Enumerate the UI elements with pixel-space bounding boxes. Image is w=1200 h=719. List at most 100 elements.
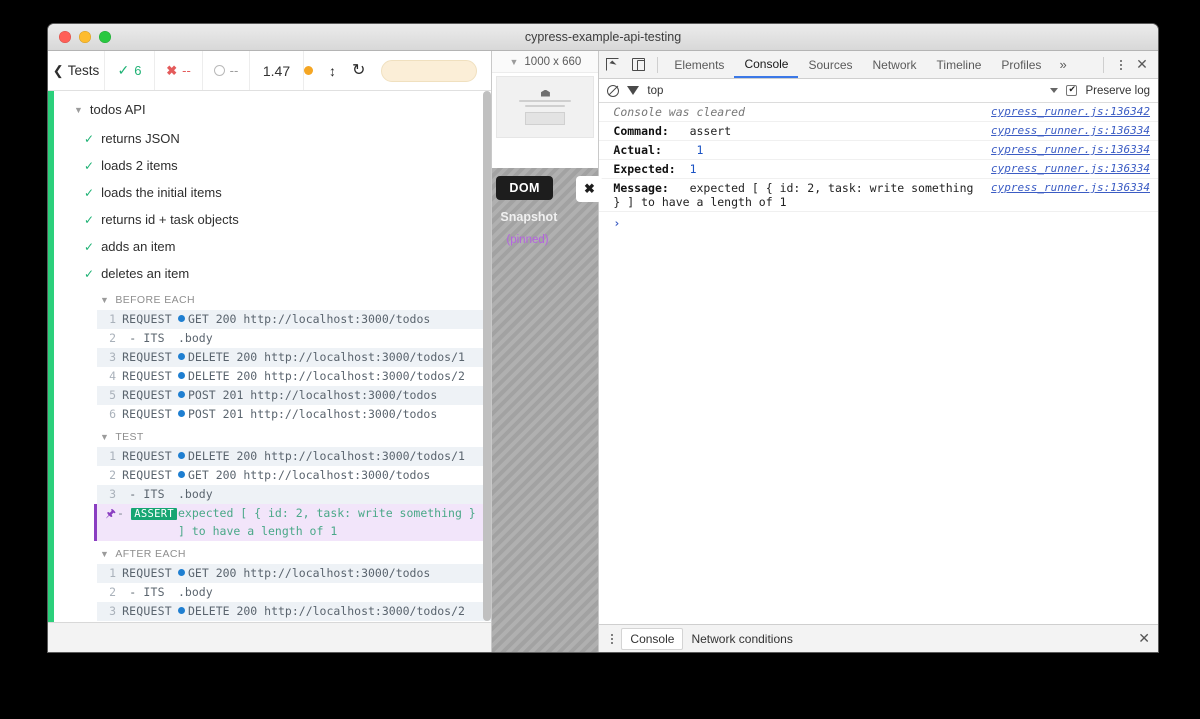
hook-group-test: ▼ TEST 1 REQUEST DELETE 200 http://local… (97, 427, 491, 541)
runner-main: ▼ todos API ✓ returns JSON ✓ loads 2 ite… (48, 91, 491, 622)
console-source-link[interactable]: cypress_runner.js:136334 (991, 124, 1150, 137)
command-row[interactable]: 3 REQUEST DELETE 200 http://localhost:30… (97, 602, 491, 621)
command-message: .body (178, 329, 491, 348)
command-row[interactable]: 1 REQUEST GET 200 http://localhost:3000/… (97, 310, 491, 329)
command-row[interactable]: 6 REQUEST POST 201 http://localhost:3000… (97, 405, 491, 424)
filter-icon[interactable] (627, 86, 639, 95)
preview-line (525, 105, 565, 107)
command-row[interactable]: 4 REQUEST DELETE 200 http://localhost:30… (97, 367, 491, 386)
status-dot-icon (304, 66, 313, 75)
tab-sources[interactable]: Sources (798, 51, 862, 78)
command-row[interactable]: 2 - ITS .body (97, 329, 491, 348)
test-item[interactable]: ✓ returns JSON (54, 125, 491, 152)
command-message: DELETE 200 http://localhost:3000/todos/1 (178, 348, 491, 367)
toggle-device-toolbar-button[interactable] (625, 52, 651, 78)
console-row[interactable]: Message: expected [ { id: 2, task: write… (599, 179, 1158, 212)
check-icon: ✓ (84, 132, 94, 146)
tab-timeline[interactable]: Timeline (927, 51, 992, 78)
console-output[interactable]: Console was cleared cypress_runner.js:13… (599, 103, 1158, 624)
test-item[interactable]: ✓ adds an item (54, 233, 491, 260)
console-prompt[interactable]: › (599, 212, 1158, 234)
console-row[interactable]: Expected: 1 cypress_runner.js:136334 (599, 160, 1158, 179)
command-number: 4 (97, 621, 116, 622)
close-devtools-button[interactable]: ✕ (1132, 55, 1152, 75)
drawer-menu-button[interactable] (603, 630, 621, 648)
command-row[interactable]: 1 REQUEST DELETE 200 http://localhost:30… (97, 447, 491, 466)
hook-header[interactable]: ▼ AFTER EACH (97, 544, 491, 564)
command-log-scroll[interactable]: ▼ todos API ✓ returns JSON ✓ loads 2 ite… (54, 91, 491, 622)
request-dot-icon (178, 452, 185, 459)
devtools-menu-button[interactable] (1112, 56, 1130, 74)
command-log-scrollbar[interactable] (483, 91, 491, 622)
command-row[interactable]: 4 REQUEST POST 201 http://localhost:3000… (97, 621, 491, 622)
assert-command-row[interactable]: 🖈 - ASSERT expected [ { id: 2, task: wri… (94, 504, 491, 541)
console-source-link[interactable]: cypress_runner.js:136334 (991, 162, 1150, 175)
test-item[interactable]: ✓ loads 2 items (54, 152, 491, 179)
console-source-link[interactable]: cypress_runner.js:136342 (991, 105, 1150, 118)
console-row[interactable]: Actual: 1 cypress_runner.js:136334 (599, 141, 1158, 160)
tab-elements[interactable]: Elements (664, 51, 734, 78)
command-number: 4 (97, 367, 116, 386)
check-icon: ✓ (84, 240, 94, 254)
hook-header[interactable]: ▼ BEFORE EACH (97, 290, 491, 310)
command-message: DELETE 200 http://localhost:3000/todos/2 (178, 367, 491, 386)
command-number: 3 (97, 348, 116, 367)
inspect-element-button[interactable] (599, 52, 625, 78)
command-name: REQUEST (116, 367, 178, 386)
command-number: 6 (97, 405, 116, 424)
test-item[interactable]: ✓ returns id + task objects (54, 206, 491, 233)
home-icon (541, 90, 550, 97)
command-row[interactable]: 5 REQUEST POST 201 http://localhost:3000… (97, 386, 491, 405)
drawer-tab-console[interactable]: Console (621, 628, 683, 650)
reload-icon[interactable]: ↻ (352, 63, 365, 79)
drawer-tab-network-conditions[interactable]: Network conditions (683, 629, 800, 649)
command-row[interactable]: 2 REQUEST GET 200 http://localhost:3000/… (97, 466, 491, 485)
command-name: - ITS (116, 329, 178, 348)
suite-header[interactable]: ▼ todos API (54, 97, 491, 125)
tab-console[interactable]: Console (734, 51, 798, 78)
console-context-select[interactable]: top (647, 85, 663, 97)
more-tabs-button[interactable]: » (1051, 51, 1074, 78)
command-number: 2 (97, 329, 116, 348)
preserve-log-checkbox[interactable] (1066, 85, 1077, 96)
url-pill[interactable] (381, 60, 477, 82)
dom-tag-button[interactable]: DOM (496, 176, 552, 200)
command-message: DELETE 200 http://localhost:3000/todos/2 (178, 602, 491, 621)
cursor-inspect-icon (606, 58, 619, 71)
command-row[interactable]: 3 - ITS .body (97, 485, 491, 504)
resize-vertical-icon[interactable]: ↕ (329, 64, 336, 78)
command-number: 3 (97, 485, 116, 504)
chevron-down-icon[interactable] (1050, 88, 1058, 93)
console-source-link[interactable]: cypress_runner.js:136334 (991, 143, 1150, 156)
tab-network[interactable]: Network (863, 51, 927, 78)
command-message: GET 200 http://localhost:3000/todos (178, 466, 491, 485)
command-row[interactable]: 1 REQUEST GET 200 http://localhost:3000/… (97, 564, 491, 583)
command-row[interactable]: 2 - ITS .body (97, 583, 491, 602)
close-drawer-button[interactable]: ✕ (1138, 630, 1158, 647)
command-message: .body (178, 485, 491, 504)
tab-profiles[interactable]: Profiles (991, 51, 1051, 78)
viewport-size-selector[interactable]: ▼ 1000 x 660 (492, 51, 598, 73)
test-list: ✓ returns JSON ✓ loads 2 items ✓ loads t… (54, 125, 491, 287)
console-row[interactable]: Command: assert cypress_runner.js:136334 (599, 122, 1158, 141)
runner-toolbar-actions: ↕ ↻ (304, 60, 491, 82)
console-value: assert (690, 124, 732, 138)
failed-stat: ✖ -- (155, 51, 203, 90)
back-to-tests-button[interactable]: ❮ Tests (48, 51, 105, 90)
console-message: Actual: 1 (613, 143, 991, 157)
app-preview-thumbnail[interactable] (496, 76, 594, 138)
scrollbar-thumb[interactable] (483, 91, 491, 621)
test-item-selected[interactable]: ✓ deletes an item (54, 260, 491, 287)
console-source-link[interactable]: cypress_runner.js:136334 (991, 181, 1150, 194)
test-label: returns JSON (101, 131, 180, 146)
hook-header[interactable]: ▼ TEST (97, 427, 491, 447)
assert-message: expected [ { id: 2, task: write somethin… (178, 504, 491, 541)
app-window: cypress-example-api-testing ❮ Tests ✓ 6 … (48, 24, 1158, 652)
command-row[interactable]: 3 REQUEST DELETE 200 http://localhost:30… (97, 348, 491, 367)
console-row[interactable]: Console was cleared cypress_runner.js:13… (599, 103, 1158, 122)
test-item[interactable]: ✓ loads the initial items (54, 179, 491, 206)
clear-console-icon[interactable] (607, 85, 619, 97)
hook-group-before-each: ▼ BEFORE EACH 1 REQUEST GET 200 http://l… (97, 290, 491, 424)
close-snapshot-button[interactable]: ✖ (576, 176, 602, 202)
console-key: Actual: (613, 143, 661, 157)
